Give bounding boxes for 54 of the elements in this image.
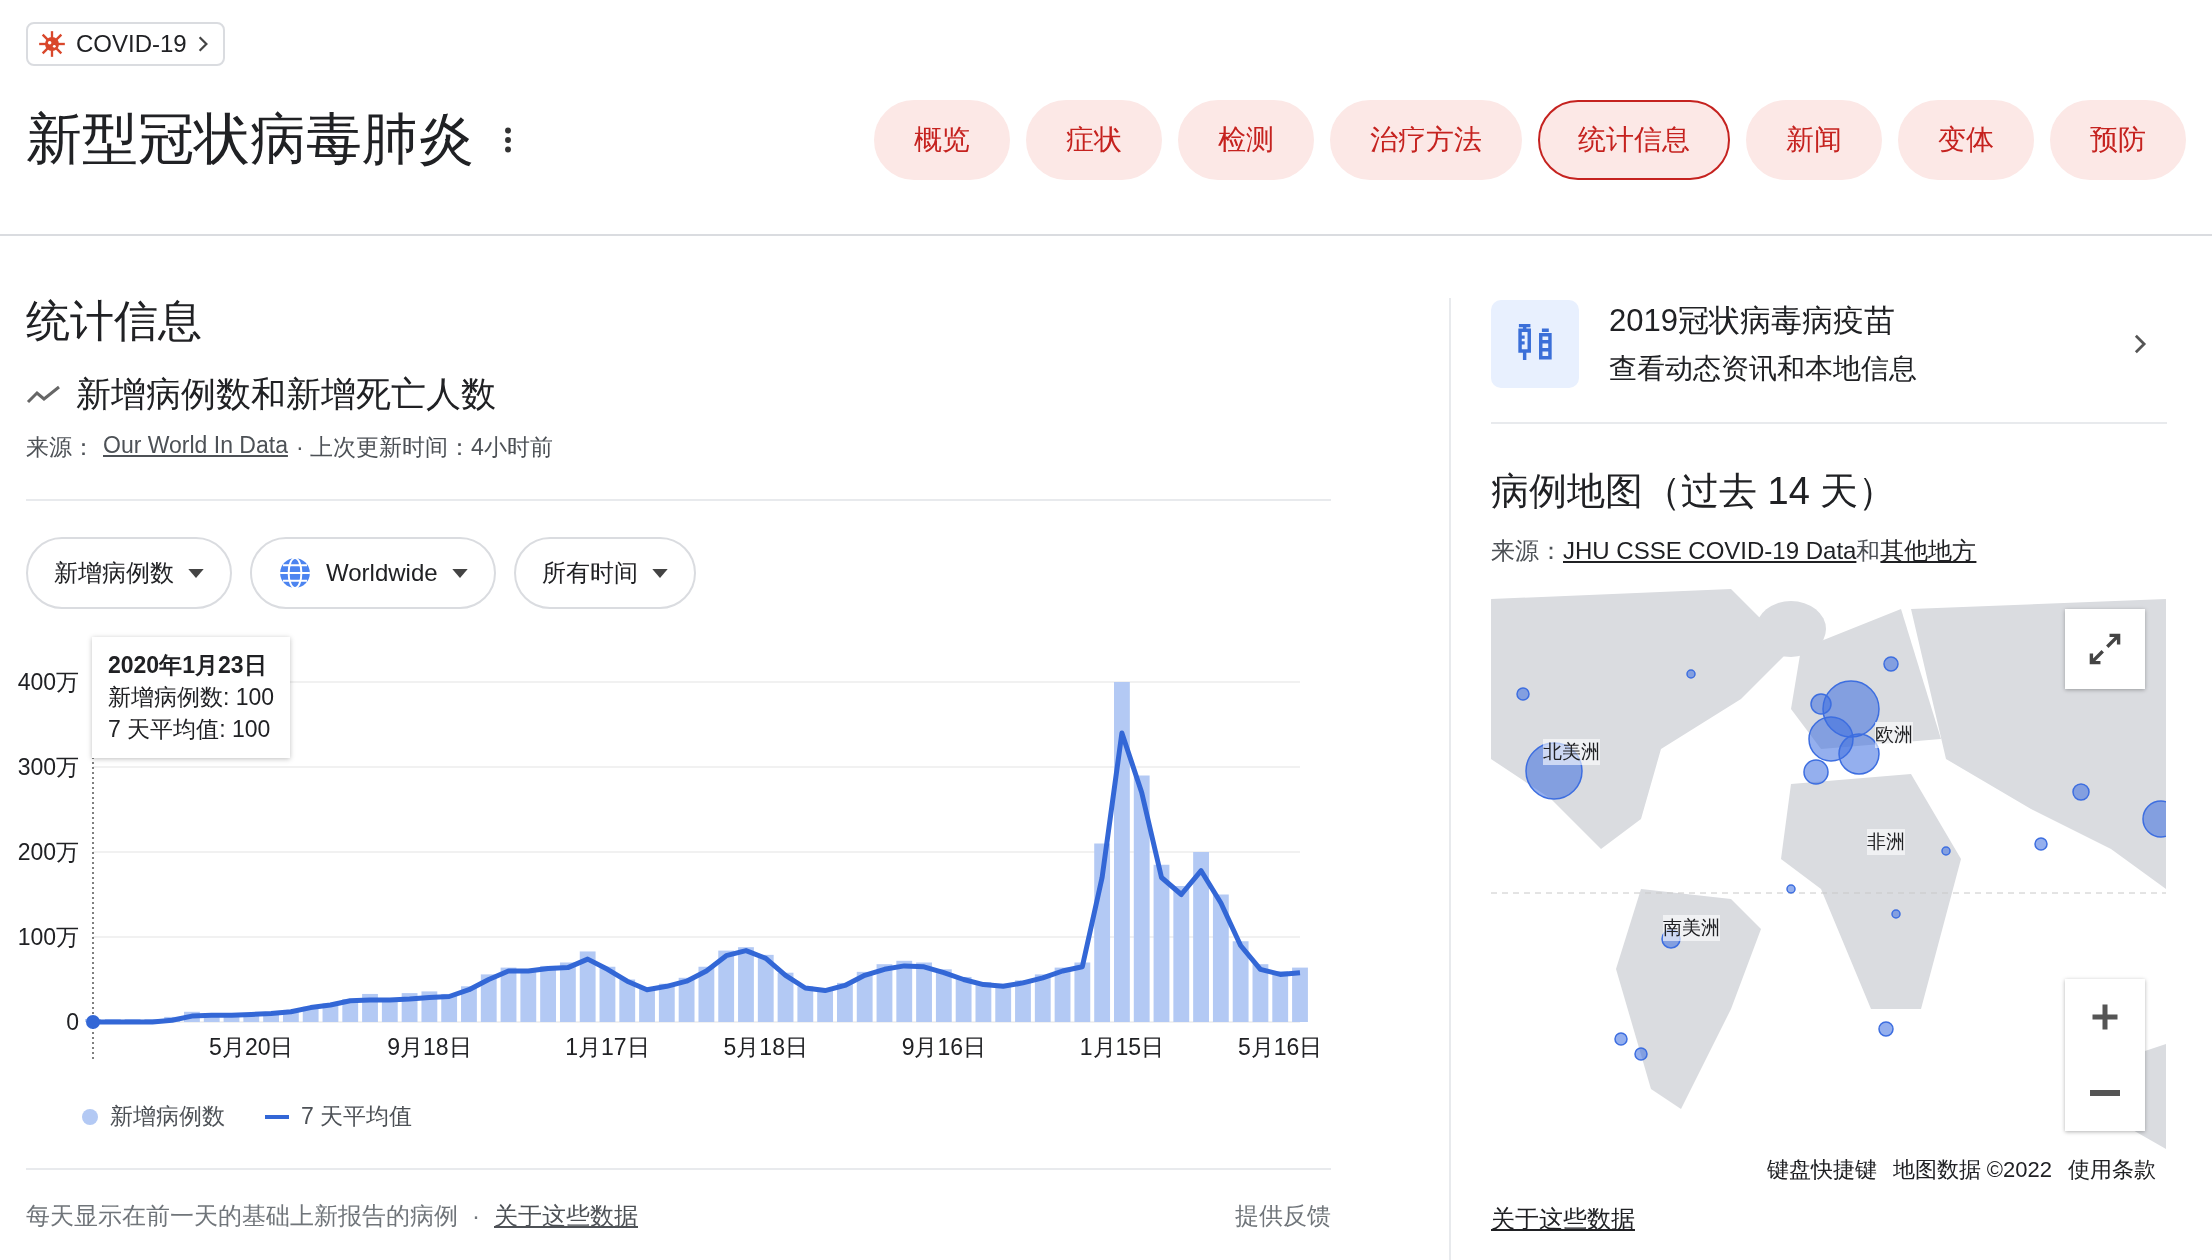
legend-item: 7 天平均值 xyxy=(265,1101,413,1132)
y-axis-label: 0 xyxy=(66,1009,79,1035)
filter-dropdown[interactable]: 所有时间 xyxy=(513,537,696,609)
x-axis-label: 9月18日 xyxy=(387,1034,472,1060)
tooltip-date: 2020年1月23日 xyxy=(108,651,268,680)
continent-label: 南美洲 xyxy=(1663,915,1720,941)
tooltip-value: 7 天平均值: 100 xyxy=(108,715,272,745)
topic-tab[interactable]: 统计信息 xyxy=(1538,100,1730,180)
chart-title: 新增病例数和新增死亡人数 xyxy=(76,373,496,415)
y-axis-label: 200万 xyxy=(17,839,79,865)
section-heading: 统计信息 xyxy=(26,295,203,347)
topic-chip[interactable]: COVID-19 xyxy=(26,22,225,66)
filter-dropdown[interactable]: 新增病例数 xyxy=(26,537,232,609)
map-attribution-link[interactable]: 地图数据 ©2022 xyxy=(1892,1155,2052,1185)
y-axis-label: 300万 xyxy=(17,754,79,780)
continent-label: 北美洲 xyxy=(1543,739,1600,765)
topic-tab[interactable]: 预防 xyxy=(2050,100,2186,180)
vaccine-card[interactable]: 2019冠状病毒病疫苗 查看动态资讯和本地信息 xyxy=(1491,300,2167,388)
map-attribution-link[interactable]: 键盘快捷键 xyxy=(1766,1155,1877,1185)
continent-label: 非洲 xyxy=(1867,829,1905,855)
page-title: 新型冠状病毒肺炎 xyxy=(26,106,474,172)
x-axis-label: 5月16日 xyxy=(1238,1034,1323,1060)
source-label: 来源： xyxy=(26,433,95,462)
map-title: 病例地图（过去 14 天） xyxy=(1491,469,1898,514)
vaccine-title: 2019冠状病毒病疫苗 xyxy=(1609,302,1896,340)
x-axis-label: 5月20日 xyxy=(209,1034,294,1060)
topic-tab[interactable]: 概览 xyxy=(874,100,1010,180)
filter-dropdown[interactable]: Worldwide xyxy=(250,537,496,609)
x-axis-label: 5月18日 xyxy=(723,1034,808,1060)
about-data-link[interactable]: 关于这些数据 xyxy=(494,1200,638,1232)
tooltip-value: 新增病例数: 100 xyxy=(108,683,275,713)
footer-note: 每天显示在前一天的基础上新报告的病例 xyxy=(26,1201,458,1231)
vaccine-subtitle: 查看动态资讯和本地信息 xyxy=(1609,352,1918,386)
y-axis-label: 400万 xyxy=(17,669,79,695)
topic-tab[interactable]: 变体 xyxy=(1898,100,2034,180)
separator-dot: · xyxy=(472,1202,480,1230)
topic-tab[interactable]: 症状 xyxy=(1026,100,1162,180)
updated-text: · 上次更新时间：4小时前 xyxy=(295,433,553,462)
source-link[interactable]: Our World In Data xyxy=(103,432,288,463)
x-axis-label: 1月15日 xyxy=(1079,1034,1165,1060)
map-attribution-link[interactable]: 使用条款 xyxy=(2068,1155,2156,1185)
topic-tab[interactable]: 检测 xyxy=(1178,100,1314,180)
feedback-link[interactable]: 提供反馈 xyxy=(1235,1200,1331,1232)
source-link[interactable]: JHU CSSE COVID-19 Data xyxy=(1563,537,1857,564)
x-axis-label: 1月17日 xyxy=(565,1034,650,1060)
x-axis-label: 9月16日 xyxy=(901,1034,986,1060)
continent-label: 欧洲 xyxy=(1875,722,1913,748)
y-axis-label: 100万 xyxy=(17,924,79,950)
topic-tab[interactable]: 治疗方法 xyxy=(1330,100,1522,180)
topic-tab[interactable]: 新闻 xyxy=(1746,100,1882,180)
map-source-text: 来源：JHU CSSE COVID-19 Data和其他地方 xyxy=(1491,536,1978,566)
legend-item: 新增病例数 xyxy=(82,1101,225,1132)
source-link[interactable]: 其他地方 xyxy=(1880,537,1977,564)
about-data-link[interactable]: 关于这些数据 xyxy=(1491,1203,2167,1235)
